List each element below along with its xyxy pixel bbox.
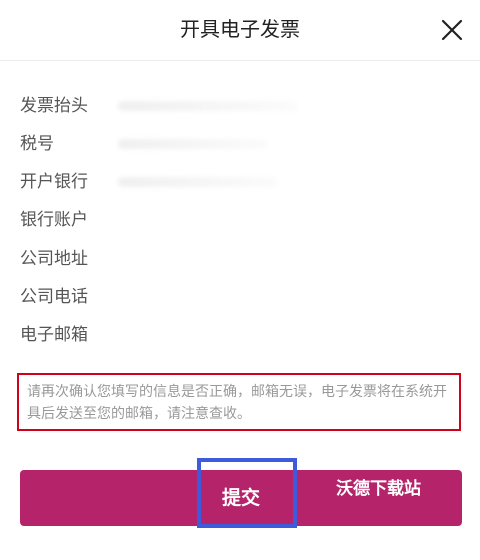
- confirmation-notice: 请再次确认您填写的信息是否正确，邮箱无误，电子发票将在系统开具后发送至您的邮箱，…: [17, 373, 461, 431]
- field-tax-number[interactable]: 税号: [0, 125, 480, 163]
- field-label: 发票抬头: [20, 96, 88, 116]
- field-bank-name[interactable]: 开户银行: [0, 163, 480, 201]
- field-label: 税号: [20, 134, 54, 154]
- field-invoice-title[interactable]: 发票抬头: [0, 87, 480, 125]
- field-company-address[interactable]: 公司地址: [0, 240, 480, 278]
- field-label: 电子邮箱: [20, 325, 88, 345]
- field-label: 公司地址: [20, 249, 88, 269]
- invoice-dialog: 开具电子发票 发票抬头 税号 开户银行 银行账户 公司地址 公司电话 电子邮箱 …: [0, 0, 480, 560]
- field-label: 公司电话: [20, 287, 88, 307]
- dialog-title: 开具电子发票: [180, 17, 300, 41]
- field-bank-account[interactable]: 银行账户: [0, 201, 480, 239]
- submit-button[interactable]: 提交: [20, 470, 462, 526]
- field-company-phone[interactable]: 公司电话: [0, 278, 480, 316]
- close-icon: [441, 19, 463, 41]
- field-value-obscured: [118, 139, 268, 149]
- dialog-header: 开具电子发票: [0, 0, 480, 61]
- field-email[interactable]: 电子邮箱: [0, 316, 480, 354]
- submit-label: 提交: [221, 487, 260, 509]
- close-button[interactable]: [434, 12, 470, 48]
- field-label: 开户银行: [20, 172, 88, 192]
- field-value-obscured: [118, 177, 278, 187]
- field-label: 银行账户: [20, 210, 88, 230]
- field-value-obscured: [118, 101, 298, 111]
